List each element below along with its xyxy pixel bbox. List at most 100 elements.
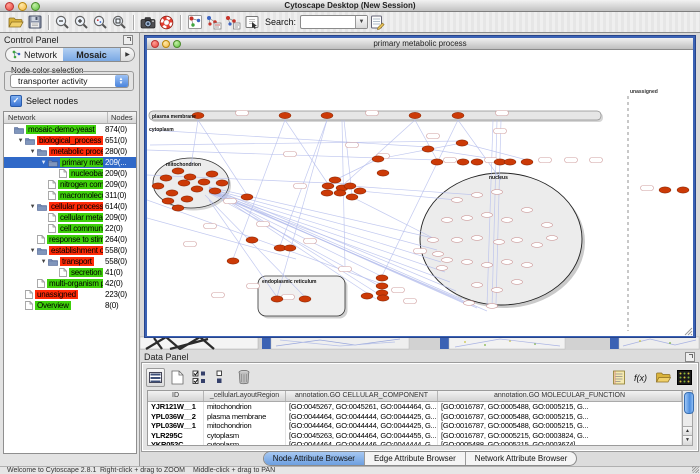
edge[interactable] [147,218,296,259]
nucleus-node[interactable] [472,193,483,198]
network-node[interactable] [178,180,190,186]
network-view-c-icon[interactable] [223,13,242,31]
open-icon[interactable] [6,13,25,31]
edge[interactable] [209,192,445,273]
tree-row[interactable]: ▼metabolic process280(0) [4,146,136,157]
tree-row[interactable]: multi-organism pro42(0) [4,278,136,289]
node-label-chip[interactable] [414,249,427,254]
tab-edge-attribute-browser[interactable]: Edge Attribute Browser [365,452,466,465]
network-node[interactable] [452,112,464,118]
network-node[interactable] [677,187,689,193]
tabs-overflow-arrow[interactable]: ▶ [120,48,134,61]
node-label-chip[interactable] [392,288,405,293]
node-label-chip[interactable] [282,295,295,300]
tree-row[interactable]: ▼establishment of lo558(0) [4,245,136,256]
node-label-chip[interactable] [257,222,270,227]
table-scrollbar[interactable]: ▲ ▼ [682,390,693,446]
node-label-chip[interactable] [294,184,307,189]
import-attributes-icon[interactable] [368,13,387,31]
network-view-b-icon[interactable] [204,13,223,31]
network-node[interactable] [354,188,366,194]
network-node[interactable] [504,159,516,165]
network-node[interactable] [456,140,468,146]
save-icon[interactable] [25,13,44,31]
tree-row[interactable]: Overview8(0) [4,300,136,311]
tree-column-nodes[interactable]: Nodes [108,112,136,123]
network-node[interactable] [659,187,671,193]
select-nodes-checkbox[interactable]: ✓ [10,95,22,107]
zoom-fit-icon[interactable] [110,13,129,31]
network-node[interactable] [377,170,389,176]
node-label-chip[interactable] [590,158,603,163]
edge[interactable] [352,197,433,238]
expand-arrow-icon[interactable]: ▼ [28,248,37,254]
edge[interactable] [209,193,383,288]
nucleus-node[interactable] [437,266,448,271]
network-node[interactable] [431,159,443,165]
float-panel-icon[interactable] [123,35,133,45]
network-node[interactable] [209,188,221,194]
network-node[interactable] [422,146,434,152]
table-row[interactable]: YKR052Ccytoplasm[GO:0044464, GO:0044446,… [148,440,682,446]
nucleus-node[interactable] [494,240,505,245]
function-builder-icon[interactable]: f(x) [631,368,650,387]
table-row[interactable]: YPL036W__2plasma membrane[GO:0044464, GO… [148,412,682,422]
network-node[interactable] [457,159,469,165]
tree-column-network[interactable]: Network [4,112,108,123]
node-label-chip[interactable] [346,143,359,148]
nucleus-node[interactable] [442,258,453,263]
zoom-in-icon[interactable] [72,13,91,31]
tree-row[interactable]: cell communicat22(0) [4,223,136,234]
network-node[interactable] [372,156,384,162]
nucleus-node[interactable] [512,238,523,243]
expand-arrow-icon[interactable]: ▼ [28,149,37,155]
expand-arrow-icon[interactable]: ▼ [39,259,48,265]
tree-row[interactable]: cellular metabol209(0) [4,212,136,223]
node-label-chip[interactable] [247,284,260,289]
network-node[interactable] [377,295,389,301]
network-node[interactable] [184,174,196,180]
node-label-chip[interactable] [284,152,297,157]
table-row[interactable]: YJR121W__1mitochondrion[GO:0045267, GO:0… [148,402,682,412]
network-node[interactable] [409,112,421,118]
select-attributes-icon[interactable] [146,368,165,387]
nucleus-node[interactable] [512,280,523,285]
node-label-chip[interactable] [494,129,507,134]
nucleus-node[interactable] [462,260,473,265]
network-node[interactable] [346,194,358,200]
edge[interactable] [150,141,462,145]
network-node[interactable] [321,190,333,196]
network-view-a-icon[interactable] [185,13,204,31]
tab-network-attribute-browser[interactable]: Network Attribute Browser [466,452,576,465]
node-label-chip[interactable] [444,158,457,163]
tab-network[interactable]: Network [6,48,63,61]
tree-row[interactable]: ▼cellular process614(0) [4,201,136,212]
edge[interactable] [335,159,378,180]
nucleus-node[interactable] [442,218,453,223]
nucleus-node[interactable] [502,218,513,223]
node-label-chip[interactable] [304,239,317,244]
attribute-matrix-icon[interactable] [675,368,694,387]
network-node[interactable] [166,190,178,196]
network-node[interactable] [334,190,346,196]
tree-row[interactable]: nitrogen compo209(0) [4,179,136,190]
zoom-selected-icon[interactable] [91,13,110,31]
nucleus-node[interactable] [482,213,493,218]
network-node[interactable] [216,180,228,186]
node-label-chip[interactable] [427,134,440,139]
col-region[interactable]: _cellularLayoutRegion [204,391,286,401]
nucleus-node[interactable] [522,263,533,268]
tree-row[interactable]: nucleobase-209(0) [4,168,136,179]
edge[interactable] [233,120,285,259]
node-label-chip[interactable] [366,111,379,116]
network-node[interactable] [227,258,239,264]
notes-icon[interactable] [609,368,628,387]
node-label-chip[interactable] [224,199,237,204]
expand-arrow-icon[interactable]: ▼ [16,138,25,144]
search-input[interactable]: ▼ [300,15,368,29]
nucleus-node[interactable] [547,236,558,241]
tree-row[interactable]: unassigned223(0) [4,289,136,300]
nucleus-node[interactable] [428,238,439,243]
search-dropdown-arrow[interactable]: ▼ [355,16,367,28]
annotation-icon[interactable] [242,13,261,31]
